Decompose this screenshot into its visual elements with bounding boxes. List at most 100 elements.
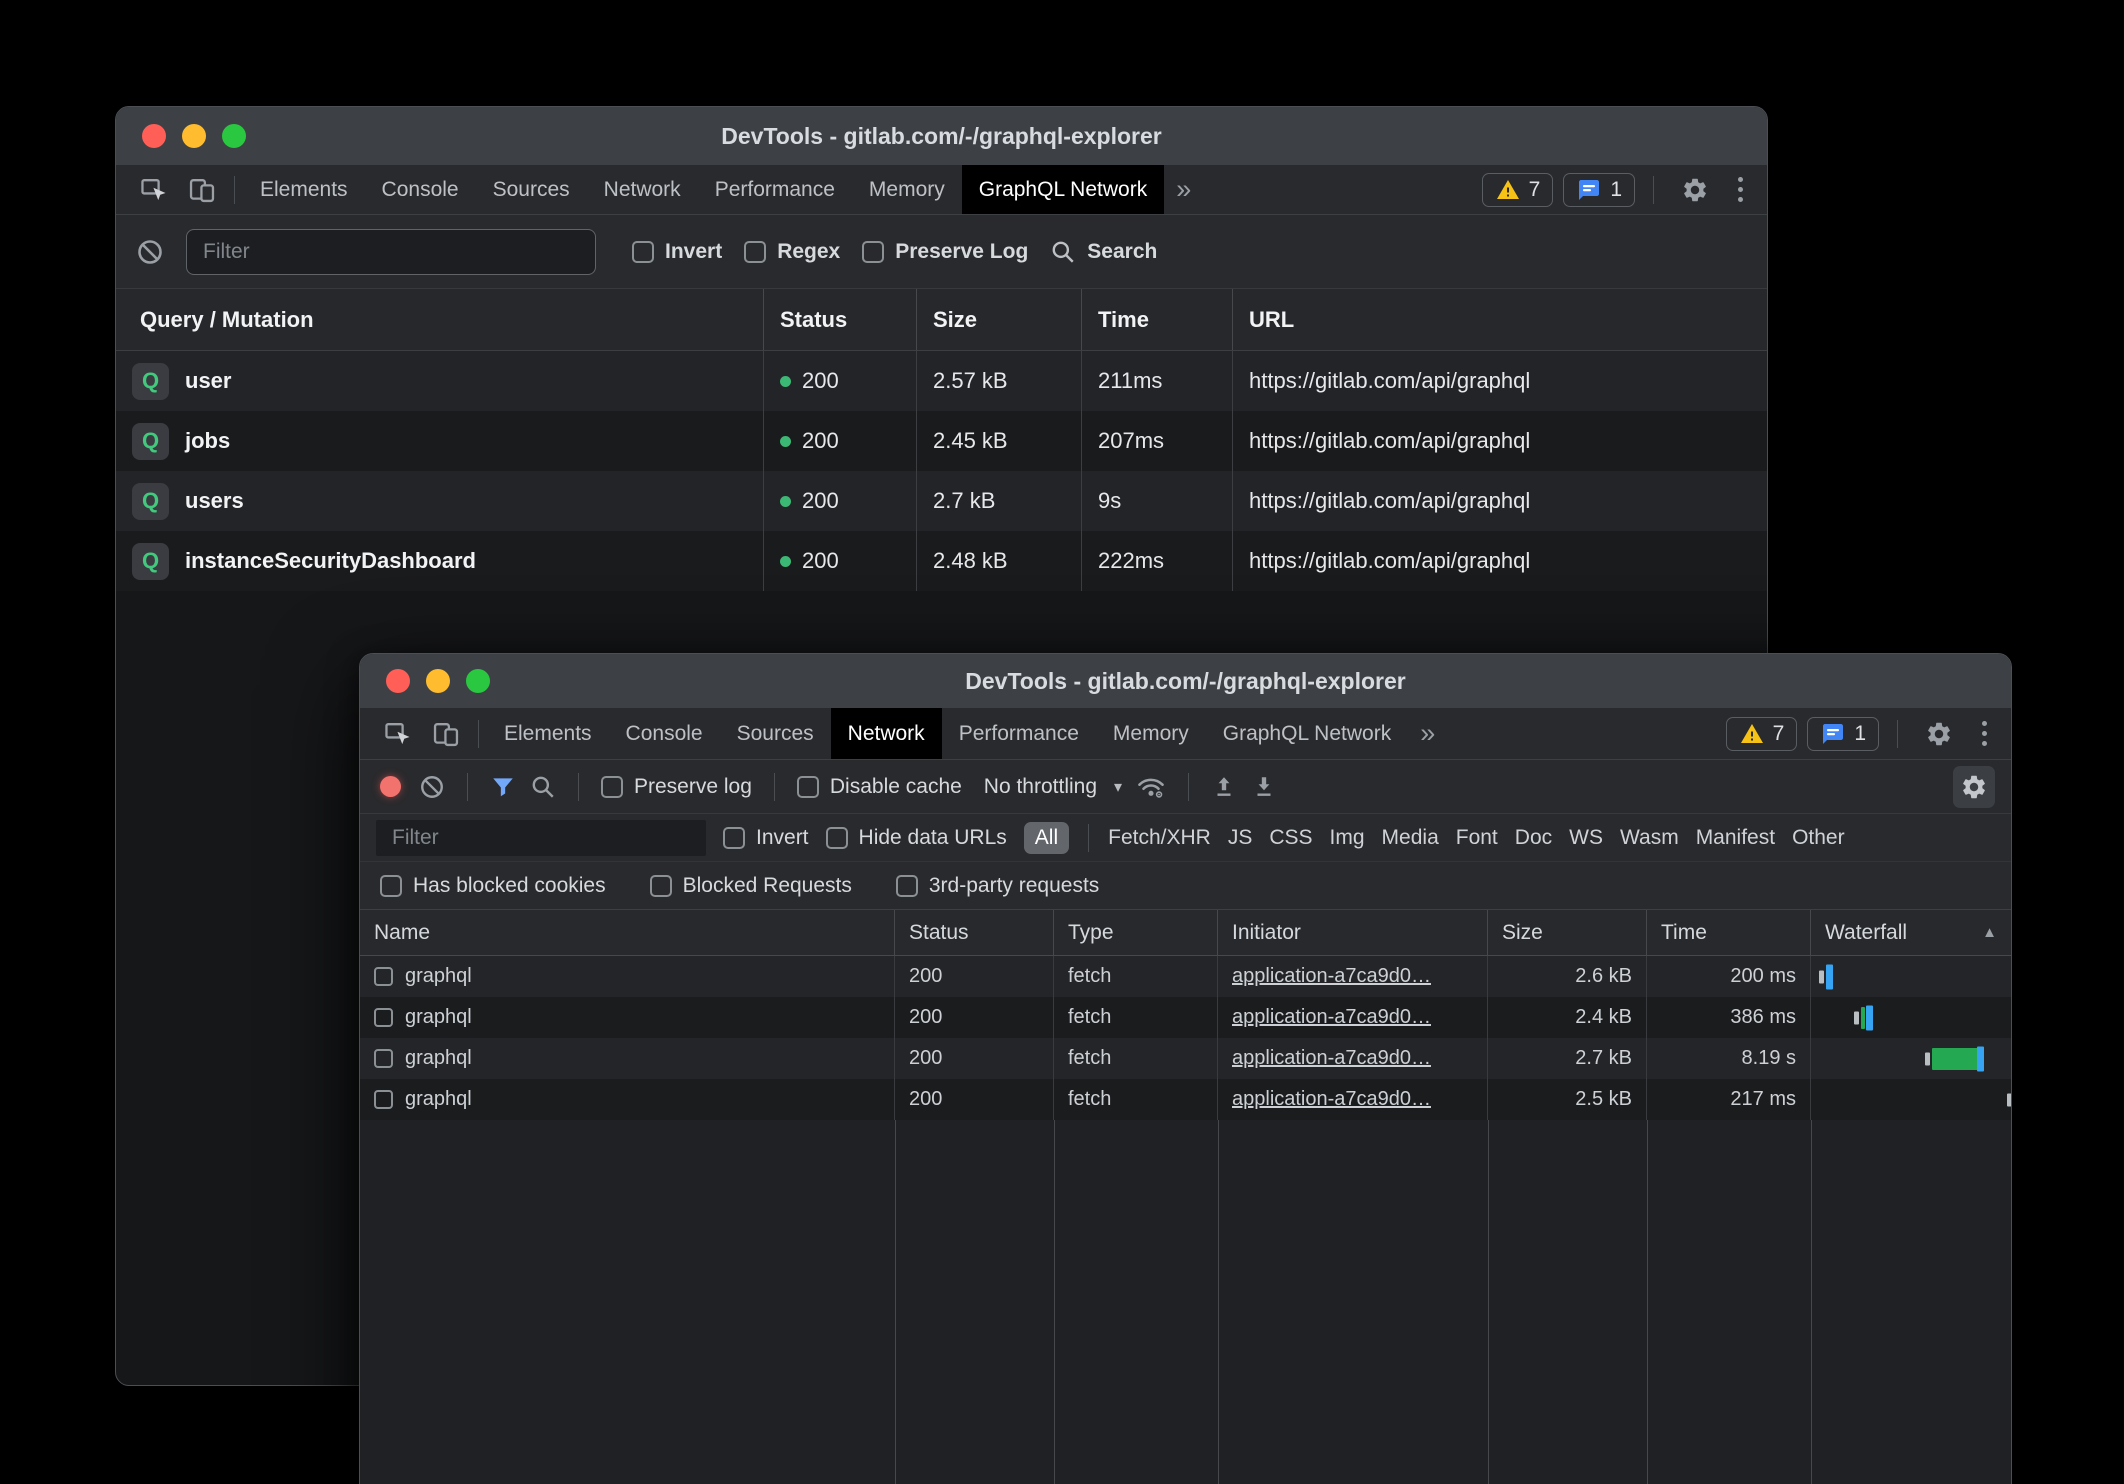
tab-sources[interactable]: Sources [476,165,587,214]
row-checkbox[interactable] [374,1090,393,1109]
inspect-element-icon[interactable] [130,165,178,214]
request-row[interactable]: graphql 200 fetch application-a7ca9d0… 2… [360,1079,2011,1120]
column-header-name[interactable]: Name [360,910,895,955]
preserve-log-checkbox[interactable] [862,241,884,263]
inspect-element-icon[interactable] [374,708,422,759]
third-party-requests-checkbox[interactable] [896,875,918,897]
preserve-log-checkbox[interactable] [601,776,623,798]
minimize-button[interactable] [426,669,450,693]
request-type-chip-wasm[interactable]: Wasm [1620,826,1679,850]
graphql-filter-input[interactable] [186,229,596,275]
initiator-link[interactable]: application-a7ca9d0… [1232,1088,1431,1111]
request-type-chip-img[interactable]: Img [1330,826,1365,850]
record-network-log-icon[interactable] [380,776,401,797]
tab-console[interactable]: Console [365,165,476,214]
request-type-chip-all[interactable]: All [1024,822,1069,854]
device-toolbar-icon[interactable] [422,708,470,759]
warnings-badge[interactable]: 7 [1482,173,1554,207]
invert-checkbox[interactable] [632,241,654,263]
network-conditions-icon[interactable] [1136,773,1166,801]
row-checkbox[interactable] [374,1008,393,1027]
zoom-button[interactable] [466,669,490,693]
request-type-chip-other[interactable]: Other [1792,826,1845,850]
hide-data-urls-checkbox[interactable] [826,827,848,849]
column-header-time[interactable]: Time [1647,910,1811,955]
blocked-requests-checkbox[interactable] [650,875,672,897]
kebab-menu-icon[interactable] [1972,721,1997,746]
regex-checkbox[interactable] [744,241,766,263]
request-row[interactable]: graphql 200 fetch application-a7ca9d0… 2… [360,956,2011,997]
request-type-chip-manifest[interactable]: Manifest [1696,826,1775,850]
warnings-badge[interactable]: 7 [1726,717,1798,751]
query-row[interactable]: Q user 200 2.57 kB 211ms https://gitlab.… [116,351,1767,411]
device-toolbar-icon[interactable] [178,165,226,214]
tab-elements[interactable]: Elements [243,165,365,214]
tab-network[interactable]: Network [587,165,698,214]
issues-badge[interactable]: 1 [1563,173,1635,207]
column-header-status[interactable]: Status [895,910,1054,955]
time-cell: 386 ms [1647,997,1811,1038]
search-button[interactable]: Search [1050,239,1157,265]
minimize-button[interactable] [182,124,206,148]
request-type-chip-media[interactable]: Media [1382,826,1439,850]
tab-graphql-network[interactable]: GraphQL Network [962,165,1164,214]
tab-graphql-network[interactable]: GraphQL Network [1206,708,1408,759]
request-type-chip-js[interactable]: JS [1228,826,1253,850]
row-checkbox[interactable] [374,967,393,986]
settings-gear-icon[interactable] [1672,176,1718,204]
query-row[interactable]: Q jobs 200 2.45 kB 207ms https://gitlab.… [116,411,1767,471]
block-icon[interactable] [136,238,164,266]
query-row[interactable]: Q instanceSecurityDashboard 200 2.48 kB … [116,531,1767,591]
more-tabs-icon[interactable]: » [1164,165,1203,214]
tab-sources[interactable]: Sources [720,708,831,759]
network-filter-input[interactable] [376,820,706,856]
tab-elements[interactable]: Elements [487,708,609,759]
network-settings-gear-icon[interactable] [1953,766,1995,808]
tab-network[interactable]: Network [831,708,942,759]
column-header-status[interactable]: Status [764,289,917,350]
row-checkbox[interactable] [374,1049,393,1068]
tab-memory[interactable]: Memory [852,165,962,214]
query-row[interactable]: Q users 200 2.7 kB 9s https://gitlab.com… [116,471,1767,531]
throttling-dropdown[interactable]: No throttling ▾ [984,775,1122,799]
initiator-link[interactable]: application-a7ca9d0… [1232,1047,1431,1070]
tab-performance[interactable]: Performance [942,708,1096,759]
request-type-chip-font[interactable]: Font [1456,826,1498,850]
request-type-chip-ws[interactable]: WS [1569,826,1603,850]
import-har-icon[interactable] [1211,774,1237,800]
close-button[interactable] [142,124,166,148]
zoom-button[interactable] [222,124,246,148]
filter-funnel-icon[interactable] [490,774,516,800]
column-header-query-mutation[interactable]: Query / Mutation [116,289,764,350]
tab-performance[interactable]: Performance [698,165,852,214]
tab-memory[interactable]: Memory [1096,708,1206,759]
column-header-type[interactable]: Type [1054,910,1218,955]
search-icon[interactable] [530,774,556,800]
settings-gear-icon[interactable] [1916,720,1962,748]
issues-badge[interactable]: 1 [1807,717,1879,751]
more-tabs-icon[interactable]: » [1408,708,1447,759]
disable-cache-checkbox[interactable] [797,776,819,798]
status-ok-icon [780,376,791,387]
initiator-link[interactable]: application-a7ca9d0… [1232,1006,1431,1029]
request-name-cell: graphql [360,1079,895,1120]
request-type-chip-css[interactable]: CSS [1269,826,1312,850]
invert-checkbox[interactable] [723,827,745,849]
tab-console[interactable]: Console [609,708,720,759]
column-header-initiator[interactable]: Initiator [1218,910,1488,955]
close-button[interactable] [386,669,410,693]
column-header-size[interactable]: Size [917,289,1082,350]
column-header-time[interactable]: Time [1082,289,1233,350]
initiator-link[interactable]: application-a7ca9d0… [1232,965,1431,988]
request-row[interactable]: graphql 200 fetch application-a7ca9d0… 2… [360,1038,2011,1079]
export-har-icon[interactable] [1251,774,1277,800]
kebab-menu-icon[interactable] [1728,177,1753,202]
column-header-size[interactable]: Size [1488,910,1647,955]
request-row[interactable]: graphql 200 fetch application-a7ca9d0… 2… [360,997,2011,1038]
request-type-chip-fetch-xhr[interactable]: Fetch/XHR [1108,826,1211,850]
clear-icon[interactable] [419,774,445,800]
column-header-url[interactable]: URL [1233,289,1767,350]
request-type-chip-doc[interactable]: Doc [1515,826,1552,850]
has-blocked-cookies-checkbox[interactable] [380,875,402,897]
column-header-waterfall[interactable]: Waterfall ▲ [1811,910,2011,955]
